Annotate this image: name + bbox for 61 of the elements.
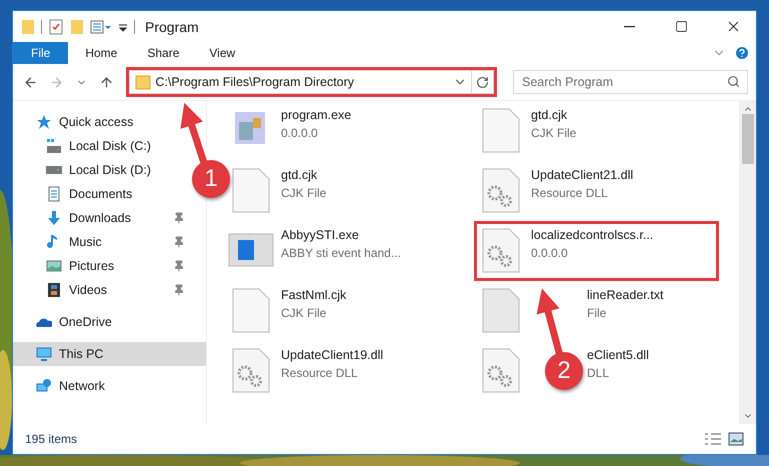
nav-item[interactable]: Downloads bbox=[13, 206, 189, 230]
nav-item[interactable]: Music bbox=[13, 230, 189, 254]
file-menu-button[interactable]: File bbox=[13, 42, 68, 64]
ribbon-tab[interactable]: View bbox=[194, 42, 250, 64]
nav-item[interactable]: Local Disk (D:) bbox=[13, 158, 189, 182]
file-detail: 0.0.0.0 bbox=[531, 246, 569, 260]
large-icons-view-icon[interactable] bbox=[728, 432, 744, 446]
nav-item[interactable]: Documents bbox=[13, 182, 189, 206]
star-icon bbox=[36, 114, 52, 130]
file-name[interactable]: UpdateClient21.dll bbox=[531, 168, 634, 182]
file-detail: CJK File bbox=[531, 126, 576, 140]
nav-item[interactable]: This PC bbox=[13, 342, 206, 366]
picture-icon bbox=[46, 258, 62, 274]
search-field[interactable]: Search Program bbox=[512, 70, 748, 94]
window-title: Program bbox=[145, 18, 200, 34]
minimize-icon bbox=[624, 26, 634, 28]
search-icon bbox=[727, 75, 740, 88]
file-detail: ABBY sti event hand... bbox=[281, 246, 401, 260]
drive-icon bbox=[46, 138, 62, 154]
nav-item[interactable]: Local Disk (C:) bbox=[13, 134, 189, 158]
help-icon[interactable] bbox=[734, 45, 750, 61]
network-icon bbox=[36, 378, 52, 394]
scrollbar[interactable] bbox=[739, 101, 756, 424]
file-detail: Resource DLL bbox=[281, 366, 359, 380]
document-icon bbox=[46, 186, 62, 202]
nav-item[interactable]: Network bbox=[13, 374, 189, 398]
file-name[interactable]: FastNml.cjk bbox=[281, 288, 346, 302]
film-icon bbox=[46, 282, 62, 298]
download-icon bbox=[46, 210, 62, 226]
ribbon-tab[interactable]: Share bbox=[132, 42, 194, 64]
file-detail: 0.0.0.0 bbox=[281, 126, 319, 140]
file-name[interactable]: UpdateClient19.dll bbox=[281, 348, 384, 362]
nav-item[interactable]: Pictures bbox=[13, 254, 189, 278]
details-view-icon[interactable] bbox=[704, 433, 722, 445]
file-detail: CJK File bbox=[281, 306, 328, 320]
ribbon-tab[interactable]: Home bbox=[70, 42, 132, 64]
forward-arrow-icon bbox=[48, 74, 64, 90]
file-detail: CJK File bbox=[281, 186, 326, 200]
item-count: 195 items bbox=[25, 432, 78, 446]
file-name[interactable]: program.exe bbox=[281, 108, 352, 122]
nav-item[interactable]: Videos bbox=[13, 278, 189, 302]
nav-item[interactable]: Quick access bbox=[13, 110, 189, 134]
file-name[interactable]: localizedcontrolscs.r... bbox=[531, 228, 654, 242]
refresh-icon bbox=[476, 76, 489, 88]
nav-item[interactable]: OneDrive bbox=[13, 310, 189, 334]
drive-icon bbox=[46, 166, 62, 174]
file-name[interactable]: eClient5.dll bbox=[587, 348, 649, 362]
folder-icon bbox=[135, 74, 152, 90]
address-field[interactable]: C:\Program Files\Program Directory bbox=[129, 70, 494, 94]
file-detail: Resource DLL bbox=[531, 186, 609, 200]
monitor-icon bbox=[36, 346, 52, 362]
file-name[interactable]: lineReader.txt bbox=[587, 288, 664, 302]
file-name[interactable]: gtd.cjk bbox=[281, 168, 326, 182]
file-name[interactable]: AbbyySTI.exe bbox=[281, 228, 401, 242]
properties-icon[interactable] bbox=[48, 18, 64, 34]
maximize-icon bbox=[674, 20, 688, 33]
file-detail: File bbox=[587, 306, 608, 320]
scrollbar-thumb[interactable] bbox=[742, 114, 754, 164]
file-detail: DLL bbox=[587, 366, 610, 380]
view-options-icon[interactable] bbox=[90, 18, 112, 34]
file-name[interactable]: gtd.cjk bbox=[531, 108, 576, 122]
